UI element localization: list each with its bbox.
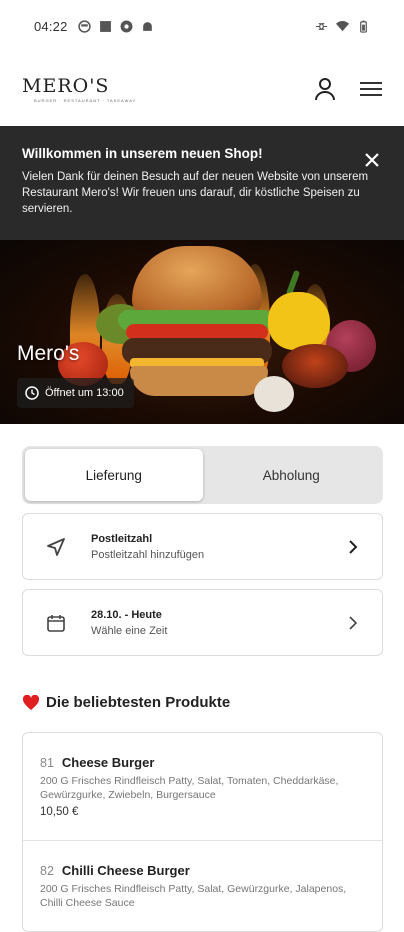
product-item[interactable]: 82 Chilli Cheese Burger 200 G Frisches R… [23,841,382,931]
postcode-card[interactable]: Postleitzahl Postleitzahl hinzufügen [22,513,383,580]
system-icons [315,19,370,33]
logo-text: MERO'S [22,75,110,97]
clock-icon [25,386,39,400]
hero-food-image [282,344,348,388]
opening-time-text: Öffnet um 13:00 [45,387,124,399]
popular-products-heading: Die beliebtesten Produkte [22,694,230,711]
gear-notification-icon [120,20,133,32]
date-title: 28.10. - Heute [91,608,162,621]
product-price: 10,50 € [40,806,79,818]
product-list: 81 Cheese Burger 200 G Frisches Rindflei… [22,732,383,932]
wifi-icon [336,20,349,31]
android-icon [142,21,152,31]
postcode-subtitle: Postleitzahl hinzufügen [91,548,205,561]
banner-title: Willkommen in unserem neuen Shop! [22,146,263,161]
product-description: 200 G Frisches Rindfleisch Patty, Salat,… [40,775,339,801]
calendar-icon [45,612,67,634]
square-notification-icon [99,20,111,32]
logo[interactable]: MERO'S BURGER · RESTAURANT · TAKEAWAY [22,75,136,103]
restaurant-name: Mero's [17,342,80,365]
close-icon [365,153,379,167]
status-time: 04:22 [34,18,68,34]
hero-food-image [132,246,262,316]
battery-icon [360,19,367,33]
product-number: 81 [40,756,54,770]
hero-food-image [268,292,330,350]
welcome-banner: Willkommen in unserem neuen Shop! Vielen… [0,126,404,240]
hero-food-image [130,366,268,396]
chevron-right-icon [349,539,358,554]
order-type-toggle: Lieferung Abholung [22,446,383,504]
logo-subtitle: BURGER · RESTAURANT · TAKEAWAY [34,98,137,103]
link-icon [315,22,328,30]
product-item[interactable]: 81 Cheese Burger 200 G Frisches Rindflei… [23,733,382,841]
product-name: Chilli Cheese Burger [61,863,190,878]
product-description: 200 G Frisches Rindfleisch Patty, Salat,… [40,883,347,909]
user-icon [315,78,335,101]
delivery-tab[interactable]: Lieferung [25,449,203,501]
product-name: Cheese Burger [61,755,155,770]
app-header: MERO'S BURGER · RESTAURANT · TAKEAWAY [0,52,404,126]
status-bar: 04:22 [0,0,404,52]
notification-icons [77,19,154,33]
pickup-tab[interactable]: Abholung [203,449,381,501]
restaurant-hero: Mero's Öffnet um 13:00 [0,240,404,424]
hamburger-menu-icon [360,82,382,96]
product-number: 82 [40,864,54,878]
chevron-right-icon [349,615,358,630]
banner-close-button[interactable] [362,150,382,170]
heart-icon [22,694,40,710]
banner-text: Vielen Dank für deinen Besuch auf der ne… [22,171,369,215]
opening-time-badge: Öffnet um 13:00 [17,378,134,408]
section-title: Die beliebtesten Produkte [46,694,231,711]
navigation-arrow-icon [45,536,67,558]
app-notification-icon [77,19,91,33]
postcode-title: Postleitzahl [91,532,153,545]
account-button[interactable] [314,78,336,101]
date-subtitle: Wähle eine Zeit [91,624,168,637]
hero-food-image [254,376,294,412]
menu-button[interactable] [360,78,382,100]
date-time-card[interactable]: 28.10. - Heute Wähle eine Zeit [22,589,383,656]
